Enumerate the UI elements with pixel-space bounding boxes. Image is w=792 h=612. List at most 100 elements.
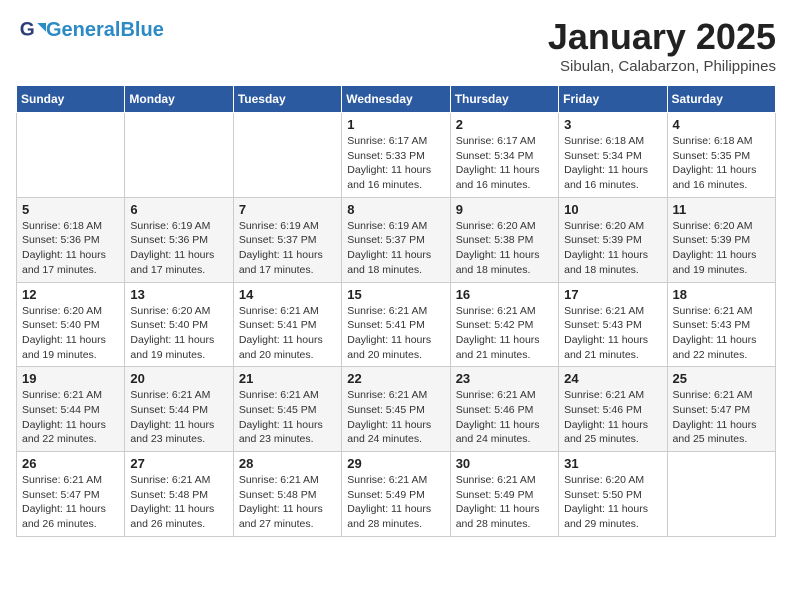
day-number: 4 xyxy=(673,117,770,132)
calendar-cell: 6 Sunrise: 6:19 AMSunset: 5:36 PMDaylight… xyxy=(125,197,233,282)
calendar-cell: 2Sunrise: 6:17 AMSunset: 5:34 PMDaylight… xyxy=(450,113,558,198)
day-info: Sunrise: 6:19 AMSunset: 5:37 PMDaylight:… xyxy=(347,219,444,278)
day-info: Sunrise: 6:21 AMSunset: 5:41 PMDaylight:… xyxy=(239,304,336,363)
calendar-cell: 20 Sunrise: 6:21 AMSunset: 5:44 PMDayligh… xyxy=(125,367,233,452)
calendar-table: SundayMondayTuesdayWednesdayThursdayFrid… xyxy=(16,85,776,537)
day-info: Sunrise: 6:18 AMSunset: 5:34 PMDaylight:… xyxy=(564,134,661,193)
weekday-thursday: Thursday xyxy=(450,86,558,113)
weekday-wednesday: Wednesday xyxy=(342,86,450,113)
day-info: Sunrise: 6:20 AMSunset: 5:40 PMDaylight:… xyxy=(130,304,227,363)
logo-icon: G xyxy=(18,16,46,44)
day-number: 31 xyxy=(564,456,661,471)
calendar-cell xyxy=(233,113,341,198)
header: G GeneralBlue January 2025 Sibulan, Cala… xyxy=(16,16,776,75)
day-number: 25 xyxy=(673,371,770,386)
day-info: Sunrise: 6:21 AMSunset: 5:44 PMDaylight:… xyxy=(22,388,119,447)
calendar-cell xyxy=(125,113,233,198)
weekday-friday: Friday xyxy=(559,86,667,113)
day-info: Sunrise: 6:21 AMSunset: 5:48 PMDaylight:… xyxy=(130,473,227,532)
weekday-tuesday: Tuesday xyxy=(233,86,341,113)
day-info: Sunrise: 6:20 AMSunset: 5:39 PMDaylight:… xyxy=(564,219,661,278)
day-info: Sunrise: 6:21 AMSunset: 5:42 PMDaylight:… xyxy=(456,304,553,363)
calendar-cell: 28 Sunrise: 6:21 AMSunset: 5:48 PMDayligh… xyxy=(233,452,341,537)
day-info: Sunrise: 6:21 AMSunset: 5:48 PMDaylight:… xyxy=(239,473,336,532)
day-info: Sunrise: 6:21 AMSunset: 5:47 PMDaylight:… xyxy=(673,388,770,447)
day-number: 9 xyxy=(456,202,553,217)
day-info: Sunrise: 6:21 AMSunset: 5:45 PMDaylight:… xyxy=(239,388,336,447)
day-info: Sunrise: 6:21 AMSunset: 5:46 PMDaylight:… xyxy=(564,388,661,447)
day-number: 2 xyxy=(456,117,553,132)
calendar-cell: 31 Sunrise: 6:20 AMSunset: 5:50 PMDayligh… xyxy=(559,452,667,537)
calendar-cell: 22 Sunrise: 6:21 AMSunset: 5:45 PMDayligh… xyxy=(342,367,450,452)
calendar-title: January 2025 xyxy=(548,16,776,58)
day-info: Sunrise: 6:21 AMSunset: 5:44 PMDaylight:… xyxy=(130,388,227,447)
day-number: 14 xyxy=(239,287,336,302)
calendar-cell: 10 Sunrise: 6:20 AMSunset: 5:39 PMDayligh… xyxy=(559,197,667,282)
day-info: Sunrise: 6:20 AMSunset: 5:50 PMDaylight:… xyxy=(564,473,661,532)
day-info: Sunrise: 6:19 AMSunset: 5:36 PMDaylight:… xyxy=(130,219,227,278)
calendar-cell: 7 Sunrise: 6:19 AMSunset: 5:37 PMDaylight… xyxy=(233,197,341,282)
calendar-cell: 21 Sunrise: 6:21 AMSunset: 5:45 PMDayligh… xyxy=(233,367,341,452)
calendar-cell: 23Sunrise: 6:21 AMSunset: 5:46 PMDayligh… xyxy=(450,367,558,452)
day-number: 28 xyxy=(239,456,336,471)
calendar-cell: 15 Sunrise: 6:21 AMSunset: 5:41 PMDayligh… xyxy=(342,282,450,367)
day-info: Sunrise: 6:21 AMSunset: 5:49 PMDaylight:… xyxy=(347,473,444,532)
weekday-header-row: SundayMondayTuesdayWednesdayThursdayFrid… xyxy=(17,86,776,113)
calendar-cell: 4Sunrise: 6:18 AMSunset: 5:35 PMDaylight… xyxy=(667,113,775,198)
day-number: 7 xyxy=(239,202,336,217)
week-row-4: 26 Sunrise: 6:21 AMSunset: 5:47 PMDayligh… xyxy=(17,452,776,537)
day-number: 29 xyxy=(347,456,444,471)
week-row-2: 12 Sunrise: 6:20 AMSunset: 5:40 PMDayligh… xyxy=(17,282,776,367)
calendar-cell: 27 Sunrise: 6:21 AMSunset: 5:48 PMDayligh… xyxy=(125,452,233,537)
day-number: 21 xyxy=(239,371,336,386)
day-number: 12 xyxy=(22,287,119,302)
day-number: 1 xyxy=(347,117,444,132)
calendar-cell: 19Sunrise: 6:21 AMSunset: 5:44 PMDayligh… xyxy=(17,367,125,452)
day-number: 22 xyxy=(347,371,444,386)
calendar-cell: 12Sunrise: 6:20 AMSunset: 5:40 PMDayligh… xyxy=(17,282,125,367)
day-info: Sunrise: 6:21 AMSunset: 5:41 PMDaylight:… xyxy=(347,304,444,363)
calendar-cell: 25 Sunrise: 6:21 AMSunset: 5:47 PMDayligh… xyxy=(667,367,775,452)
day-number: 17 xyxy=(564,287,661,302)
day-info: Sunrise: 6:20 AMSunset: 5:38 PMDaylight:… xyxy=(456,219,553,278)
day-number: 30 xyxy=(456,456,553,471)
day-info: Sunrise: 6:21 AMSunset: 5:46 PMDaylight:… xyxy=(456,388,553,447)
day-number: 13 xyxy=(130,287,227,302)
calendar-cell: 5Sunrise: 6:18 AMSunset: 5:36 PMDaylight… xyxy=(17,197,125,282)
day-number: 15 xyxy=(347,287,444,302)
day-info: Sunrise: 6:21 AMSunset: 5:45 PMDaylight:… xyxy=(347,388,444,447)
day-info: Sunrise: 6:19 AMSunset: 5:37 PMDaylight:… xyxy=(239,219,336,278)
week-row-3: 19Sunrise: 6:21 AMSunset: 5:44 PMDayligh… xyxy=(17,367,776,452)
day-info: Sunrise: 6:21 AMSunset: 5:43 PMDaylight:… xyxy=(673,304,770,363)
day-info: Sunrise: 6:18 AMSunset: 5:36 PMDaylight:… xyxy=(22,219,119,278)
calendar-cell: 14 Sunrise: 6:21 AMSunset: 5:41 PMDayligh… xyxy=(233,282,341,367)
day-info: Sunrise: 6:21 AMSunset: 5:49 PMDaylight:… xyxy=(456,473,553,532)
calendar-cell: 16 Sunrise: 6:21 AMSunset: 5:42 PMDayligh… xyxy=(450,282,558,367)
calendar-cell: 9 Sunrise: 6:20 AMSunset: 5:38 PMDaylight… xyxy=(450,197,558,282)
calendar-cell: 8Sunrise: 6:19 AMSunset: 5:37 PMDaylight… xyxy=(342,197,450,282)
day-info: Sunrise: 6:17 AMSunset: 5:33 PMDaylight:… xyxy=(347,134,444,193)
week-row-0: 1 Sunrise: 6:17 AMSunset: 5:33 PMDaylight… xyxy=(17,113,776,198)
day-number: 11 xyxy=(673,202,770,217)
calendar-cell: 11 Sunrise: 6:20 AMSunset: 5:39 PMDayligh… xyxy=(667,197,775,282)
day-number: 18 xyxy=(673,287,770,302)
day-number: 6 xyxy=(130,202,227,217)
day-number: 20 xyxy=(130,371,227,386)
calendar-cell: 13 Sunrise: 6:20 AMSunset: 5:40 PMDayligh… xyxy=(125,282,233,367)
calendar-cell: 3 Sunrise: 6:18 AMSunset: 5:34 PMDaylight… xyxy=(559,113,667,198)
calendar-cell: 17 Sunrise: 6:21 AMSunset: 5:43 PMDayligh… xyxy=(559,282,667,367)
day-number: 26 xyxy=(22,456,119,471)
day-info: Sunrise: 6:20 AMSunset: 5:39 PMDaylight:… xyxy=(673,219,770,278)
day-info: Sunrise: 6:21 AMSunset: 5:43 PMDaylight:… xyxy=(564,304,661,363)
day-number: 3 xyxy=(564,117,661,132)
calendar-cell: 26 Sunrise: 6:21 AMSunset: 5:47 PMDayligh… xyxy=(17,452,125,537)
day-number: 16 xyxy=(456,287,553,302)
day-number: 27 xyxy=(130,456,227,471)
day-info: Sunrise: 6:21 AMSunset: 5:47 PMDaylight:… xyxy=(22,473,119,532)
calendar-subtitle: Sibulan, Calabarzon, Philippines xyxy=(548,58,776,75)
logo-text-line1: GeneralBlue xyxy=(46,19,164,41)
calendar-cell xyxy=(667,452,775,537)
calendar-cell: 18 Sunrise: 6:21 AMSunset: 5:43 PMDayligh… xyxy=(667,282,775,367)
day-number: 10 xyxy=(564,202,661,217)
day-number: 24 xyxy=(564,371,661,386)
